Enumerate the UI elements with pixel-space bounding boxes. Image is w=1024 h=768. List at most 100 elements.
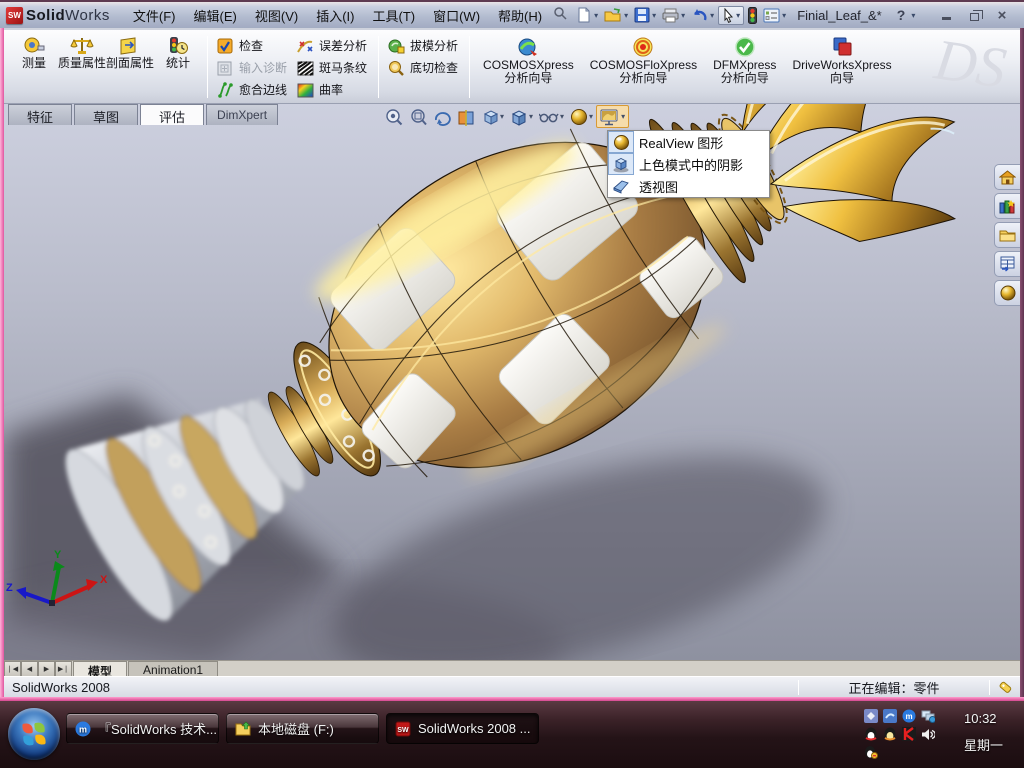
options-button[interactable]: ▾ xyxy=(761,7,788,24)
document-title: Finial_Leaf_&* xyxy=(797,7,882,23)
cosmosfloxpress-button[interactable]: COSMOSFloXpress 分析向导 xyxy=(582,33,705,85)
restore-button[interactable] xyxy=(966,8,983,22)
realview-button[interactable]: ▾ xyxy=(596,105,630,128)
deviation-analysis-button[interactable]: 误差分析 xyxy=(293,35,373,57)
network-tray-icon[interactable] xyxy=(921,709,935,723)
maxthon-tray-icon[interactable]: m xyxy=(902,709,916,723)
save-button[interactable]: ▾ xyxy=(632,6,658,24)
next-tab-button[interactable]: ▶ xyxy=(38,661,55,676)
undercut-check-icon xyxy=(386,60,406,76)
home-icon xyxy=(999,169,1016,184)
close-button[interactable]: × xyxy=(994,8,1010,23)
dfmxpress-icon xyxy=(733,35,757,59)
edit-appearance-button[interactable]: ▾ xyxy=(567,105,596,128)
design-library-tab[interactable] xyxy=(994,193,1020,219)
menu-edit[interactable]: 编辑(E) xyxy=(185,3,246,28)
menu-insert[interactable]: 插入(I) xyxy=(307,3,363,28)
prev-tab-button[interactable]: ◀ xyxy=(21,661,38,676)
start-button[interactable] xyxy=(8,708,60,760)
new-document-button[interactable]: ▾ xyxy=(574,6,600,24)
tab-dimxpert[interactable]: DimXpert xyxy=(206,104,279,125)
volume-tray-icon[interactable] xyxy=(921,727,935,741)
open-button[interactable]: ▾ xyxy=(602,6,630,24)
menu-window[interactable]: 窗口(W) xyxy=(424,3,489,28)
driveworksxpress-button[interactable]: DriveWorksXpress 向导 xyxy=(784,33,899,85)
display-style-button[interactable]: ▾ xyxy=(507,105,536,128)
menu-tools[interactable]: 工具(T) xyxy=(363,3,424,28)
glasses-icon xyxy=(539,113,559,122)
zoom-to-fit-button[interactable] xyxy=(382,105,406,128)
zoom-to-area-button[interactable] xyxy=(406,105,430,128)
taskbar-item-solidworks[interactable]: SW SolidWorks 2008 ... xyxy=(386,713,539,744)
save-icon xyxy=(634,7,650,23)
svg-text:Y: Y xyxy=(54,549,62,561)
tag-button[interactable] xyxy=(990,680,1020,694)
realview-icon xyxy=(600,109,618,125)
search-icon[interactable] xyxy=(553,6,567,25)
thunder-tray-icon[interactable] xyxy=(864,709,878,723)
tab-features[interactable]: 特征 xyxy=(8,104,73,125)
menu-file[interactable]: 文件(F) xyxy=(124,3,185,28)
taskbar-item-browser[interactable]: m 『SolidWorks 技术... xyxy=(66,713,219,744)
dfmxpress-button[interactable]: DFMXpress 分析向导 xyxy=(705,33,784,85)
measure-icon xyxy=(23,35,45,57)
taskbar-clock[interactable]: 10:32 星期一 xyxy=(964,711,1016,754)
check-button[interactable]: ? 检查 xyxy=(213,35,293,57)
appearances-tab[interactable] xyxy=(994,280,1020,306)
menu-view[interactable]: 视图(V) xyxy=(246,3,307,28)
statistics-button[interactable]: 统计 xyxy=(154,33,202,70)
section-view-button[interactable] xyxy=(454,105,478,128)
model-tab[interactable]: 模型 xyxy=(73,661,128,679)
print-button[interactable]: ▾ xyxy=(660,7,687,24)
taskbar-item-local-disk[interactable]: 本地磁盘 (F:) xyxy=(226,713,379,744)
menu-item-realview-graphics[interactable]: RealView 图形 xyxy=(608,131,769,153)
tab-evaluate[interactable]: 评估 xyxy=(140,104,205,125)
search-assistant-tray-icon[interactable] xyxy=(864,745,878,759)
kaspersky-tray-icon[interactable] xyxy=(902,727,916,741)
messenger-tray-icon[interactable] xyxy=(883,709,897,723)
curvature-button[interactable]: 曲率 xyxy=(293,79,373,101)
menu-item-perspective[interactable]: 透视图 xyxy=(608,175,769,197)
disk-folder-icon xyxy=(235,721,251,736)
qq-tray-icon[interactable] xyxy=(864,727,878,741)
select-tool-button[interactable]: ▾ xyxy=(718,5,745,25)
windows-logo-icon xyxy=(22,722,46,746)
toolbar-separator xyxy=(207,36,208,98)
rotate-view-button[interactable] xyxy=(430,105,454,128)
last-tab-button[interactable]: ▶❘ xyxy=(55,661,72,676)
menu-item-shadows-in-shaded-mode[interactable]: 上色模式中的阴影 xyxy=(608,153,769,175)
measure-button[interactable]: 测量 xyxy=(10,33,58,70)
mass-properties-button[interactable]: 质量属性 xyxy=(58,33,106,70)
hide-show-items-button[interactable]: ▾ xyxy=(536,105,567,128)
undo-button[interactable]: ▾ xyxy=(689,7,716,24)
open-folder-icon xyxy=(604,8,621,22)
rebuild-button[interactable] xyxy=(746,6,759,25)
check-icon: ? xyxy=(215,38,235,54)
import-diagnostics-icon xyxy=(215,61,235,76)
zoom-to-fit-icon xyxy=(386,108,403,125)
section-properties-button[interactable]: 剖面属性 xyxy=(106,33,154,70)
cosmosxpress-button[interactable]: COSMOSXpress 分析向导 xyxy=(475,33,582,85)
tab-sketch[interactable]: 草图 xyxy=(74,104,139,125)
help-button[interactable]: ? ▾ xyxy=(891,6,918,24)
custom-properties-tab[interactable] xyxy=(994,251,1020,277)
graphics-viewport[interactable]: Y X Z 特征 草图 评估 DimXpert ▾ ▾ ▾ ▾ ▾ RealVi… xyxy=(4,104,1020,660)
heads-up-view-toolbar: ▾ ▾ ▾ ▾ ▾ xyxy=(382,105,630,128)
taskbar-buttons: m 『SolidWorks 技术... 本地磁盘 (F:) SW SolidWo… xyxy=(66,713,539,744)
undercut-check-button[interactable]: 底切检查 xyxy=(384,57,464,79)
clock-time: 10:32 xyxy=(964,711,997,726)
qq-tray-icon-2[interactable] xyxy=(883,727,897,741)
minimize-button[interactable] xyxy=(938,8,954,22)
dassault-watermark: DS xyxy=(930,26,1011,101)
heal-edges-button[interactable]: 愈合边线 xyxy=(213,79,293,101)
menu-help[interactable]: 帮助(H) xyxy=(489,3,551,28)
animation-tab[interactable]: Animation1 xyxy=(128,661,219,677)
file-explorer-tab[interactable] xyxy=(994,222,1020,248)
import-diagnostics-button: 输入诊断 xyxy=(213,57,293,79)
draft-analysis-button[interactable]: 拔模分析 xyxy=(384,35,464,57)
realview-graphics-icon xyxy=(608,131,634,153)
resources-tab[interactable] xyxy=(994,164,1020,190)
first-tab-button[interactable]: ❘◀ xyxy=(4,661,21,676)
view-orientation-button[interactable]: ▾ xyxy=(478,105,507,128)
zebra-stripes-button[interactable]: 斑马条纹 xyxy=(293,57,373,79)
